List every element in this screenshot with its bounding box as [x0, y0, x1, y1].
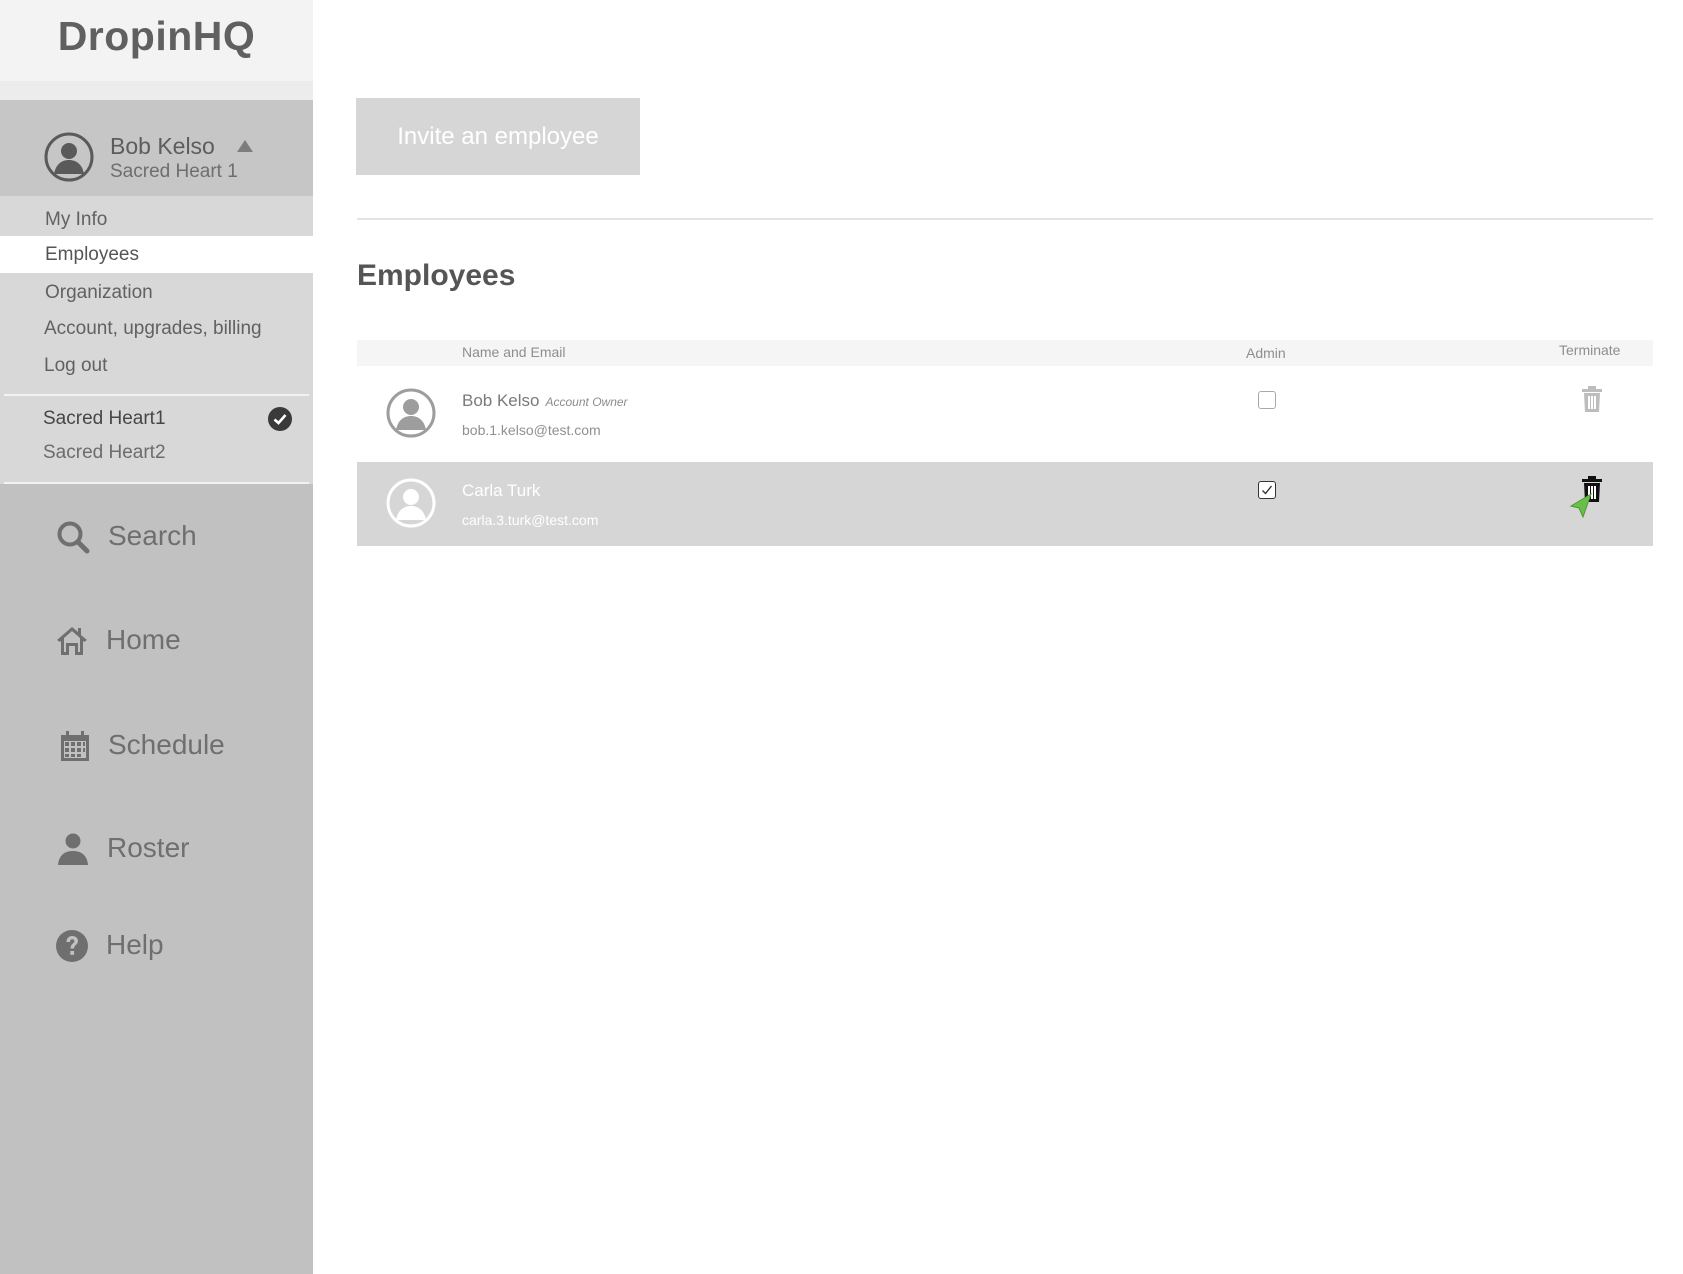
nav-item-help[interactable]: Help: [0, 915, 313, 975]
nav-item-schedule[interactable]: Schedule: [0, 715, 313, 775]
page-title: Employees: [357, 259, 516, 292]
menu-divider: [4, 482, 309, 484]
menu-item-my-info[interactable]: My Info: [0, 201, 313, 238]
org-item-sacred-heart1[interactable]: Sacred Heart1: [0, 402, 313, 436]
calendar-icon: [61, 731, 89, 761]
employee-name-text: Bob Kelso: [462, 391, 540, 410]
sidebar: DropinHQ Bob Kelso Sacred Heart 1 My Inf…: [0, 0, 313, 1274]
employee-email: bob.1.kelso@test.com: [462, 422, 601, 438]
checkmark-circle-icon: [268, 407, 292, 431]
brand-gap: [0, 81, 313, 100]
invite-employee-button[interactable]: Invite an employee: [356, 98, 640, 175]
org-label: Sacred Heart1: [43, 408, 166, 429]
table-row-selected[interactable]: Carla Turk carla.3.turk@test.com: [357, 462, 1653, 546]
nav-item-home[interactable]: Home: [0, 610, 313, 670]
column-header-name-email: Name and Email: [462, 344, 566, 360]
nav-item-search[interactable]: Search: [0, 506, 313, 566]
user-organization: Sacred Heart 1: [110, 161, 238, 182]
caret-up-icon[interactable]: [236, 139, 254, 153]
menu-divider: [4, 394, 309, 396]
table-header: Name and Email Admin Terminate: [357, 340, 1653, 366]
employee-name-text: Carla Turk: [462, 481, 541, 500]
nav-label: Home: [106, 624, 181, 655]
nav-label: Roster: [107, 832, 190, 863]
nav-label: Schedule: [108, 729, 225, 760]
column-header-terminate: Terminate: [1559, 342, 1621, 358]
brand-header: DropinHQ: [0, 0, 313, 81]
org-label: Sacred Heart2: [43, 442, 166, 463]
trash-icon[interactable]: [1579, 385, 1605, 413]
mouse-cursor-icon: [1569, 492, 1592, 518]
admin-checkbox-checked[interactable]: [1258, 481, 1276, 499]
menu-item-account-billing[interactable]: Account, upgrades, billing: [0, 310, 313, 347]
admin-checkbox[interactable]: [1258, 391, 1276, 409]
nav-item-roster[interactable]: Roster: [0, 818, 313, 878]
account-owner-badge: Account Owner: [545, 395, 628, 409]
employee-email: carla.3.turk@test.com: [462, 512, 599, 528]
home-icon: [57, 627, 87, 655]
help-icon: [56, 930, 88, 962]
user-name: Bob Kelso: [110, 133, 215, 159]
check-icon: [1262, 485, 1273, 495]
user-avatar-icon: [44, 132, 94, 182]
person-icon: [58, 833, 88, 865]
user-card[interactable]: Bob Kelso Sacred Heart 1: [0, 100, 313, 196]
brand-logo[interactable]: DropinHQ: [58, 13, 256, 60]
menu-item-organization[interactable]: Organization: [0, 274, 313, 311]
column-header-admin: Admin: [1246, 345, 1286, 361]
nav-label: Search: [108, 520, 197, 551]
search-icon: [57, 521, 90, 554]
menu-item-employees[interactable]: Employees: [0, 236, 313, 273]
avatar-icon: [386, 478, 436, 528]
employee-name: Carla Turk: [462, 481, 540, 501]
org-item-sacred-heart2[interactable]: Sacred Heart2: [0, 436, 313, 470]
account-menu: My Info Employees Organization Account, …: [0, 196, 313, 484]
employee-name: Bob Kelso Account Owner: [462, 391, 628, 411]
table-row[interactable]: Bob Kelso Account Owner bob.1.kelso@test.…: [357, 372, 1653, 456]
avatar-icon: [386, 388, 436, 438]
menu-item-log-out[interactable]: Log out: [0, 347, 313, 384]
section-divider: [357, 218, 1653, 220]
nav-label: Help: [106, 929, 164, 960]
